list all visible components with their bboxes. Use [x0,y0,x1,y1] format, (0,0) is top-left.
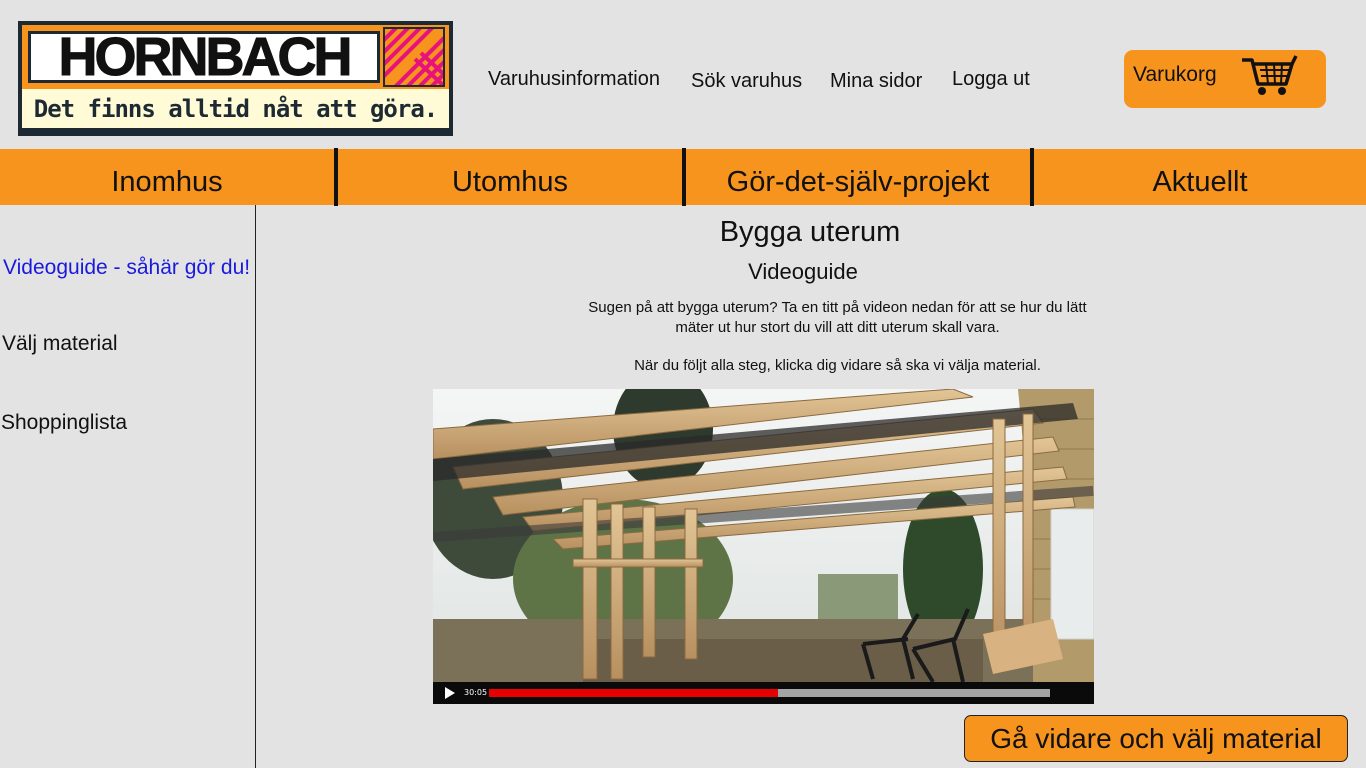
logo-stripes-icon [383,27,445,87]
logo-slogan: Det finns alltid nåt att göra. [22,89,449,128]
store-info-link[interactable]: Varuhusinformation [488,68,660,91]
intro-text-line-1: Sugen på att bygga uterum? Ta en titt på… [588,299,1087,316]
intro-text-line-2: mäter ut hur stort du vill att ditt uter… [675,319,1000,336]
instruction-text: När du följt alla steg, klicka dig vidar… [634,357,1041,374]
video-thumbnail [433,389,1094,682]
sidebar-item-videoguide[interactable]: Videoguide - såhär gör du! [3,256,250,280]
video-controls: 30:05 [433,682,1094,704]
logo-top-band: HORNBACH [22,25,449,89]
video-player[interactable]: 30:05 [433,389,1094,704]
page-subtitle: Videoguide [748,259,858,284]
main-navigation: Inomhus Utomhus Gör-det-själv-projekt Ak… [0,148,1366,206]
page-title: Bygga uterum [719,216,901,248]
logo-wordmark: HORNBACH [28,27,380,88]
nav-diy-projects[interactable]: Gör-det-själv-projekt [686,149,1030,205]
cart-label: Varukorg [1133,63,1217,86]
video-progress-bar[interactable] [489,689,1050,697]
nav-utomhus[interactable]: Utomhus [338,149,682,205]
nav-aktuellt[interactable]: Aktuellt [1034,149,1366,205]
continue-choose-material-button[interactable]: Gå vidare och välj material [964,715,1348,762]
sidebar-item-choose-material[interactable]: Välj material [2,332,118,356]
find-store-link[interactable]: Sök varuhus [691,70,802,93]
logout-link[interactable]: Logga ut [952,68,1030,91]
shopping-cart-icon [1240,54,1298,103]
sidebar-divider [255,205,256,768]
sidebar-item-shopping-list[interactable]: Shoppinglista [1,411,127,435]
video-time: 30:05 [464,688,488,697]
cart-button[interactable]: Varukorg [1124,50,1326,108]
hornbach-logo[interactable]: HORNBACH Det finns alltid nåt att göra. [18,21,453,136]
my-pages-link[interactable]: Mina sidor [830,70,922,93]
page: HORNBACH Det finns alltid nåt att göra. … [0,0,1366,768]
nav-inomhus[interactable]: Inomhus [0,149,334,205]
play-icon[interactable] [445,687,455,699]
video-progress-fill [489,689,778,697]
